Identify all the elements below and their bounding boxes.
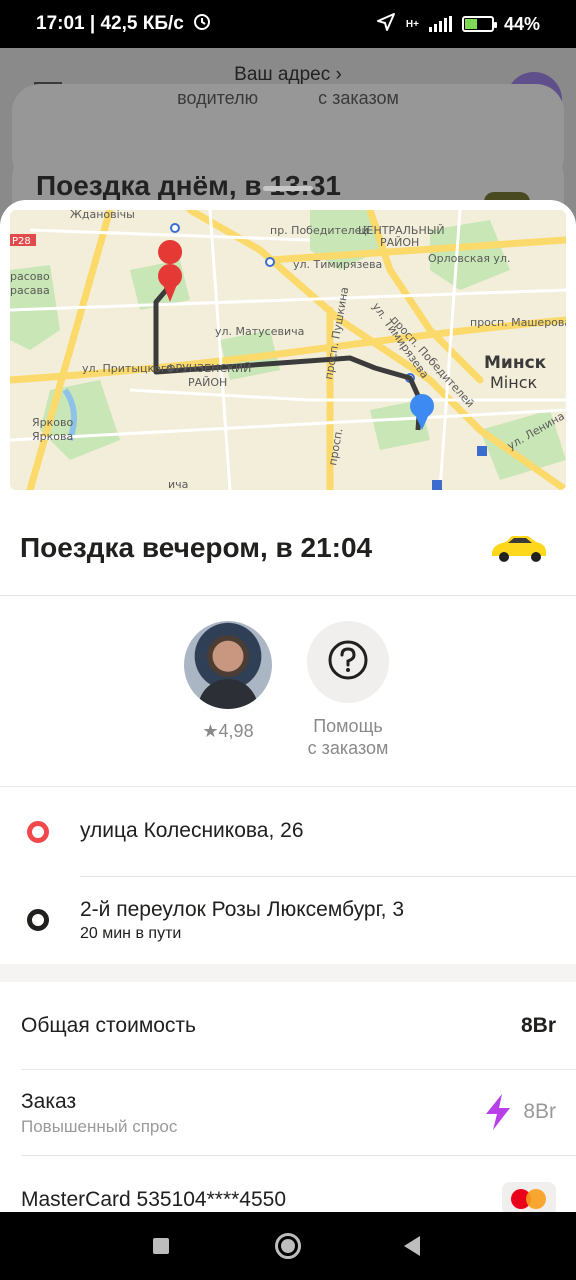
map-city-label: Минск xyxy=(484,353,547,373)
location-arrow-icon xyxy=(376,12,396,37)
payment-row[interactable]: MasterCard 535104****4550 xyxy=(0,1156,576,1212)
background-chip: с заказом xyxy=(318,88,399,108)
section-gap xyxy=(0,964,576,982)
trip-header: Поездка вечером, в 21:04 xyxy=(0,500,576,596)
destination-dot-icon xyxy=(27,909,49,931)
order-row[interactable]: Заказ Повышенный спрос 8Br xyxy=(0,1070,576,1156)
map-label: просп. Машерова xyxy=(470,316,566,329)
map-label: ул. Тимирязева xyxy=(293,258,382,271)
map-label: РАЙОН xyxy=(188,376,227,389)
driver-rating: ★4,98 xyxy=(202,721,254,741)
background-chip: водителю xyxy=(177,88,259,108)
divider xyxy=(80,876,576,877)
help-button[interactable]: Помощь с заказом xyxy=(296,621,400,759)
map-city-label-by: Мінск xyxy=(490,373,538,392)
total-cost-value: 8Br xyxy=(520,1014,556,1037)
alarm-icon xyxy=(192,11,212,37)
payment-method: MasterCard 535104****4550 xyxy=(21,1188,287,1211)
order-note: Повышенный спрос xyxy=(21,1117,178,1136)
trip-actions: ★4,98 Помощь с заказом xyxy=(0,597,576,787)
map-label: ул. Притыцкого xyxy=(82,362,174,375)
trip-duration: 20 мин в пути xyxy=(80,925,182,942)
back-button[interactable] xyxy=(404,1236,420,1256)
trip-details-sheet: Ждановічы пр. Победителей ЦЕНТРАЛЬНЫЙ РА… xyxy=(0,200,576,1212)
taxi-car-icon xyxy=(486,532,550,564)
route-map[interactable]: Ждановічы пр. Победителей ЦЕНТРАЛЬНЫЙ РА… xyxy=(10,210,566,490)
map-label: расово xyxy=(10,270,50,283)
map-label: расава xyxy=(10,284,50,297)
map-label: РАЙОН xyxy=(380,236,419,249)
order-label: Заказ xyxy=(21,1090,77,1113)
map-label: Ждановічы xyxy=(70,210,135,221)
status-time-speed: 17:01 | 42,5 КБ/с xyxy=(36,13,184,34)
map-label: пр. Победителей xyxy=(270,224,369,237)
destination-address: 2-й переулок Розы Люксембург, 3 xyxy=(80,898,405,921)
driver-button[interactable]: ★4,98 xyxy=(184,621,272,742)
address-link[interactable]: Ваш адрес › xyxy=(0,64,576,86)
question-icon xyxy=(327,639,369,686)
recent-apps-button[interactable] xyxy=(153,1238,169,1254)
trip-title: Поездка вечером, в 21:04 xyxy=(20,531,373,563)
order-value: 8Br xyxy=(523,1100,556,1123)
map-label: ича xyxy=(168,478,188,490)
help-icon-circle[interactable] xyxy=(307,621,389,703)
help-label-line1: Помощь xyxy=(313,716,383,736)
total-cost-label: Общая стоимость xyxy=(21,1014,196,1037)
network-type: H+ xyxy=(405,18,419,30)
battery-percent: 44% xyxy=(503,13,540,34)
origin-address: улица Колесникова, 26 xyxy=(80,819,304,842)
sheet-grabber[interactable] xyxy=(263,186,313,191)
origin-dot-icon xyxy=(27,821,49,843)
status-bar: 17:01 | 42,5 КБ/с H+ 44% xyxy=(0,0,576,48)
mastercard-icon xyxy=(502,1182,556,1212)
total-cost-row: Общая стоимость 8Br xyxy=(0,982,576,1070)
help-label-line2: с заказом xyxy=(307,738,389,758)
driver-avatar[interactable] xyxy=(184,621,272,709)
road-code-label: Р28 xyxy=(12,236,31,247)
signal-icon xyxy=(428,16,452,32)
battery-icon xyxy=(461,16,497,32)
home-button[interactable] xyxy=(275,1233,301,1259)
surge-bolt-icon xyxy=(484,1094,512,1135)
map-label: Яркова xyxy=(32,430,73,443)
map-label: ФРУНЗЕНСКИЙ xyxy=(166,362,251,375)
map-label: Орловская ул. xyxy=(428,252,510,265)
system-navigation-bar xyxy=(0,1212,576,1280)
route-points: улица Колесникова, 26 2-й переулок Розы … xyxy=(0,788,576,964)
map-label: Ярково xyxy=(32,416,73,429)
map-label: ул. Матусевича xyxy=(215,325,304,338)
